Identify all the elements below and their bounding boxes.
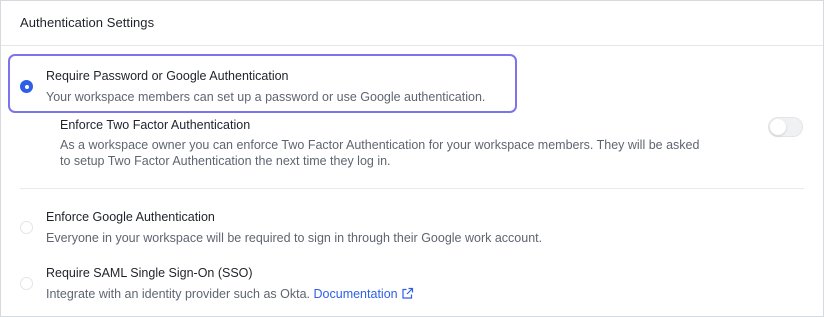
option-label: Require Password or Google Authenticatio… xyxy=(46,69,289,83)
option-label: Enforce Google Authentication xyxy=(46,210,215,224)
authentication-settings-panel: Authentication Settings Require Password… xyxy=(0,0,824,317)
option-description: Everyone in your workspace will be requi… xyxy=(46,231,543,245)
two-factor-description-line2: to setup Two Factor Authentication the n… xyxy=(60,154,391,168)
radio-password-or-google[interactable] xyxy=(20,80,33,93)
toggle-knob xyxy=(770,119,786,135)
option-label: Require SAML Single Sign-On (SSO) xyxy=(46,266,253,280)
option-description-row: Integrate with an identity provider such… xyxy=(46,285,414,305)
panel-title: Authentication Settings xyxy=(20,15,155,30)
option-description: Integrate with an identity provider such… xyxy=(46,287,311,301)
radio-saml-sso[interactable] xyxy=(20,277,33,290)
two-factor-toggle[interactable] xyxy=(768,117,803,137)
external-link-icon xyxy=(401,287,414,305)
documentation-link[interactable]: Documentation xyxy=(314,287,414,301)
two-factor-label: Enforce Two Factor Authentication xyxy=(60,118,251,132)
option-description: Your workspace members can set up a pass… xyxy=(46,90,486,104)
divider xyxy=(20,188,804,189)
documentation-link-label: Documentation xyxy=(313,287,398,301)
panel-header: Authentication Settings xyxy=(1,1,823,46)
radio-enforce-google[interactable] xyxy=(20,221,33,234)
